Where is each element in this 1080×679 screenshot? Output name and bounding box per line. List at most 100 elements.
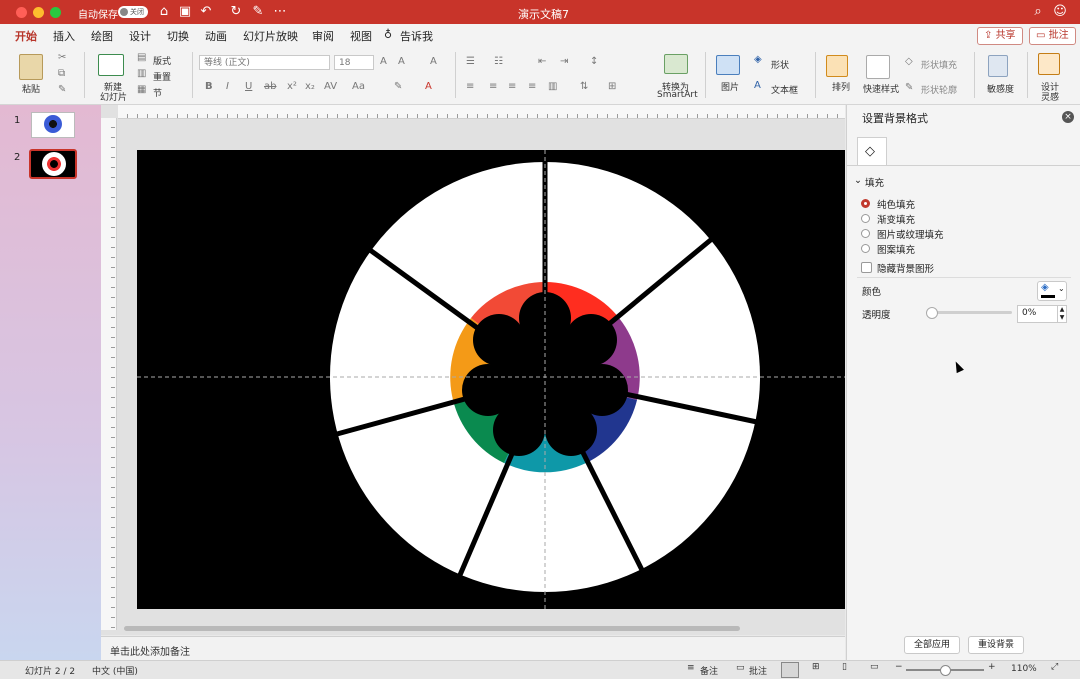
sensitivity-icon[interactable]: [988, 55, 1008, 77]
picture-fill-radio[interactable]: [861, 229, 870, 238]
tab-insert[interactable]: 插入: [53, 28, 75, 44]
normal-view-button[interactable]: [781, 662, 799, 678]
columns-icon[interactable]: ▥: [548, 81, 557, 92]
tab-draw[interactable]: 绘图: [91, 28, 113, 44]
shapes-icon[interactable]: ◈: [754, 54, 762, 65]
font-name-dropdown[interactable]: 等线 (正文): [199, 55, 330, 70]
comments-button[interactable]: ▭ 批注: [1029, 27, 1076, 45]
line-spacing-icon[interactable]: ↕: [590, 56, 598, 67]
section-label[interactable]: 节: [153, 86, 162, 99]
close-window-button[interactable]: [16, 7, 27, 18]
pattern-fill-radio[interactable]: [861, 244, 870, 253]
numbering-icon[interactable]: ☷: [494, 56, 503, 67]
comments-toggle[interactable]: 批注: [749, 664, 767, 677]
smartart-icon[interactable]: [664, 54, 688, 74]
color-picker-button[interactable]: ◈ ⌄: [1037, 281, 1067, 301]
justify-icon[interactable]: ≡: [528, 81, 536, 92]
ring-diagram[interactable]: [137, 150, 845, 609]
slider-thumb[interactable]: [926, 307, 938, 319]
search-icon[interactable]: ⌕: [1030, 4, 1046, 20]
slide-thumbnail-2[interactable]: [29, 149, 77, 179]
chevron-down-icon[interactable]: ⌄: [854, 175, 862, 186]
tab-review[interactable]: 审阅: [312, 28, 334, 44]
increase-font-icon[interactable]: A: [380, 56, 387, 67]
horizontal-scrollbar[interactable]: [124, 626, 740, 631]
copy-icon[interactable]: ⧉: [58, 68, 65, 79]
pattern-fill-label[interactable]: 图案填充: [877, 242, 915, 256]
reset-background-button[interactable]: 重设背景: [968, 636, 1024, 654]
strikethrough-icon[interactable]: ab: [264, 81, 276, 92]
fill-tab[interactable]: ◇: [857, 137, 887, 166]
solid-fill-radio[interactable]: [861, 199, 870, 208]
align-right-icon[interactable]: ≡: [508, 81, 516, 92]
zoom-slider-thumb[interactable]: [940, 665, 951, 676]
notes-toggle[interactable]: 备注: [700, 664, 718, 677]
paste-icon[interactable]: [19, 54, 43, 80]
italic-icon[interactable]: I: [226, 81, 229, 92]
apply-to-all-button[interactable]: 全部应用: [904, 636, 960, 654]
language-indicator[interactable]: 中文 (中国): [92, 664, 138, 677]
bullets-icon[interactable]: ☰: [466, 56, 475, 67]
arrange-icon[interactable]: [826, 55, 848, 77]
transparency-slider[interactable]: [926, 307, 1012, 319]
transparency-stepper[interactable]: ▲ ▼: [1057, 305, 1067, 323]
clear-format-icon[interactable]: A: [430, 56, 437, 67]
slideshow-icon[interactable]: ▭: [870, 662, 879, 672]
slide-sorter-icon[interactable]: ⊞: [812, 662, 820, 672]
picture-fill-label[interactable]: 图片或纹理填充: [877, 227, 944, 241]
redo-icon[interactable]: ↻: [228, 4, 244, 20]
designer-icon[interactable]: [1038, 53, 1060, 75]
hide-background-label[interactable]: 隐藏背景图形: [877, 261, 934, 275]
gradient-fill-radio[interactable]: [861, 214, 870, 223]
minimize-window-button[interactable]: [33, 7, 44, 18]
zoom-window-button[interactable]: [50, 7, 61, 18]
account-icon[interactable]: ☺: [1052, 4, 1068, 20]
shape-fill-icon[interactable]: ◇: [905, 56, 913, 67]
align-left-icon[interactable]: ≡: [466, 81, 474, 92]
quick-styles-icon[interactable]: [866, 55, 890, 79]
tab-design[interactable]: 设计: [129, 28, 151, 44]
tab-slideshow[interactable]: 幻灯片放映: [243, 28, 298, 44]
reset-label[interactable]: 重置: [153, 70, 171, 83]
textbox-label[interactable]: 文本框: [771, 83, 798, 96]
tab-animations[interactable]: 动画: [205, 28, 227, 44]
more-icon[interactable]: ⋯: [272, 4, 288, 20]
shape-outline-icon[interactable]: ✎: [905, 82, 913, 93]
zoom-slider[interactable]: [906, 665, 984, 676]
transparency-input[interactable]: 0%: [1017, 305, 1059, 323]
highlight-icon[interactable]: ✎: [394, 81, 402, 92]
fill-section-header[interactable]: 填充: [865, 175, 884, 189]
cut-icon[interactable]: ✂: [58, 52, 66, 63]
notes-icon[interactable]: ≡: [687, 663, 695, 673]
increase-indent-icon[interactable]: ⇥: [560, 56, 568, 67]
notes-pane[interactable]: 单击此处添加备注: [101, 636, 845, 661]
solid-fill-label[interactable]: 纯色填充: [877, 197, 915, 211]
gradient-fill-label[interactable]: 渐变填充: [877, 212, 915, 226]
layout-label[interactable]: 版式: [153, 54, 171, 67]
reading-view-icon[interactable]: ▯: [842, 662, 847, 672]
undo-icon[interactable]: ↶: [198, 4, 214, 20]
slide-thumbnail-1[interactable]: [31, 112, 75, 138]
underline-icon[interactable]: U: [245, 81, 252, 92]
tab-tell-me[interactable]: 告诉我: [400, 28, 433, 44]
layout-icon[interactable]: ▤: [137, 52, 146, 63]
decrease-indent-icon[interactable]: ⇤: [538, 56, 546, 67]
picture-icon[interactable]: [716, 55, 740, 75]
char-spacing-icon[interactable]: AV: [324, 81, 337, 92]
zoom-in-icon[interactable]: +: [988, 662, 996, 672]
comments-icon[interactable]: ▭: [736, 663, 745, 673]
align-text-icon[interactable]: ⊞: [608, 81, 616, 92]
tab-transitions[interactable]: 切换: [167, 28, 189, 44]
new-slide-icon[interactable]: [98, 54, 124, 76]
shape-fill-label[interactable]: 形状填充: [921, 58, 957, 71]
textbox-icon[interactable]: A: [754, 80, 761, 91]
close-panel-button[interactable]: ×: [1062, 111, 1074, 123]
autosave-toggle[interactable]: 关闭: [118, 6, 148, 18]
shapes-label[interactable]: 形状: [771, 58, 789, 71]
bold-icon[interactable]: B: [205, 81, 213, 92]
decrease-font-icon[interactable]: A: [398, 56, 405, 67]
edit-icon[interactable]: ✎: [250, 4, 266, 20]
section-icon[interactable]: ▦: [137, 84, 146, 95]
save-icon[interactable]: ▣: [177, 4, 193, 20]
font-color-icon[interactable]: A: [425, 81, 432, 92]
